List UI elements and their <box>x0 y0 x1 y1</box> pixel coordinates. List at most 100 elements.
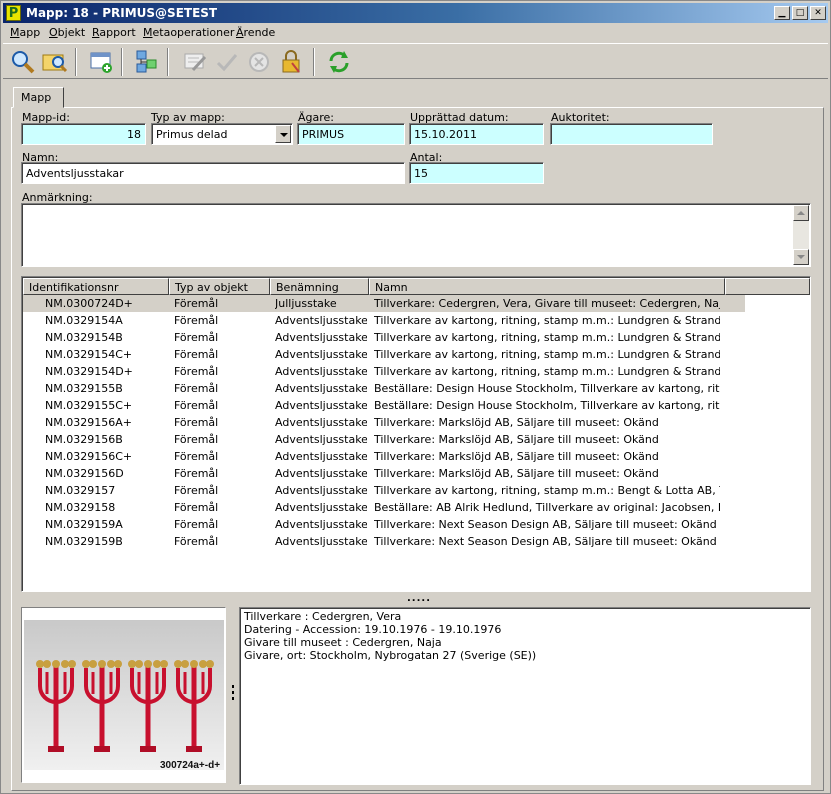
table-cell: Tillverkare av kartong, ritning, stamp m… <box>374 331 720 344</box>
refresh-icon[interactable] <box>325 48 353 76</box>
table-cell: Tillverkare: Markslöjd AB, Säljare till … <box>374 467 659 480</box>
anmarkning-scrollbar[interactable] <box>793 205 809 265</box>
scroll-down-button[interactable] <box>793 249 809 265</box>
menu-arende[interactable]: Ärende <box>236 26 275 39</box>
edit-icon[interactable] <box>181 48 209 76</box>
table-cell: NM.0329155C+ <box>45 399 133 412</box>
table-row[interactable]: NM.0329159B Föremål Adventsljusstake Tillve… <box>23 533 745 550</box>
table-row[interactable]: NM.0329157 Föremål Adventsljusstake Tillver… <box>23 482 745 499</box>
auktoritet-field[interactable] <box>550 123 713 145</box>
table-cell: Beställare: AB Alrik Hedlund, Tillverkar… <box>374 501 720 514</box>
table-cell: Julljusstake <box>275 297 337 310</box>
table-cell: Föremål <box>174 382 219 395</box>
toolbar-separator <box>75 48 77 76</box>
tree-icon[interactable] <box>133 48 161 76</box>
minimize-button[interactable]: ▁ <box>774 6 790 20</box>
scroll-up-button[interactable] <box>793 205 809 221</box>
table-cell: NM.0329157 <box>45 484 116 497</box>
column-header-namn[interactable]: Namn <box>369 278 725 295</box>
table-cell: Föremål <box>174 484 219 497</box>
upprattad-datum-field[interactable]: 15.10.2011 <box>409 123 544 145</box>
menu-objekt[interactable]: Objekt <box>49 26 85 39</box>
table-cell: Föremål <box>174 433 219 446</box>
column-header-identifikationsnr[interactable]: Identifikationsnr <box>23 278 169 295</box>
table-cell: Adventsljusstake <box>275 399 367 412</box>
table-cell: Föremål <box>174 331 219 344</box>
table-cell: NM.0329154A <box>45 314 123 327</box>
table-row[interactable]: NM.0329156C+ Föremål Adventsljusstake Tillv… <box>23 448 745 465</box>
checkmark-icon[interactable] <box>213 48 241 76</box>
lock-icon[interactable] <box>277 48 305 76</box>
table-row[interactable]: NM.0329156B Föremål Adventsljusstake Tillve… <box>23 431 745 448</box>
search-icon[interactable] <box>9 48 37 76</box>
table-cell: Tillverkare: Markslöjd AB, Säljare till … <box>374 433 659 446</box>
object-image-frame[interactable]: 300724a+-d+ <box>21 607 226 783</box>
table-row[interactable]: NM.0329154D+ Föremål Adventsljusstake Tillv… <box>23 363 745 380</box>
tab-mapp[interactable]: Mapp <box>13 87 64 108</box>
table-cell: NM.0329156C+ <box>45 450 133 463</box>
details-box[interactable]: Tillverkare : Cedergren, Vera Datering -… <box>239 607 811 785</box>
table-row[interactable]: NM.0329156D Föremål Adventsljusstake Tillve… <box>23 465 745 482</box>
table-cell: Föremål <box>174 399 219 412</box>
table-row[interactable]: NM.0329158 Föremål Adventsljusstake Beställ… <box>23 499 745 516</box>
table-cell: NM.0329158 <box>45 501 116 514</box>
toolbar-separator <box>121 48 123 76</box>
menu-metaoperationer[interactable]: Metaoperationer <box>143 26 234 39</box>
primus-app-icon: P <box>6 5 21 21</box>
toolbar-separator <box>313 48 315 76</box>
table-cell: Tillverkare: Next Season Design AB, Sälj… <box>374 535 717 548</box>
table-cell: NM.0329159B <box>45 535 123 548</box>
table-row[interactable]: NM.0329156A+ Föremål Adventsljusstake Tillv… <box>23 414 745 431</box>
column-header-filler <box>725 278 810 295</box>
agare-field[interactable]: PRIMUS <box>297 123 405 145</box>
table-row[interactable]: NM.0329154B Föremål Adventsljusstake Tillve… <box>23 329 745 346</box>
horizontal-splitter[interactable]: ..... <box>407 593 431 604</box>
typ-av-mapp-select[interactable]: Primus delad <box>151 123 293 145</box>
table-cell: Adventsljusstake <box>275 331 367 344</box>
anmarkning-textarea[interactable] <box>21 203 811 267</box>
vertical-splitter[interactable] <box>231 685 235 707</box>
maximize-button[interactable]: □ <box>792 6 808 20</box>
search-folder-icon[interactable] <box>41 48 69 76</box>
table-row[interactable]: NM.0329154C+ Föremål Adventsljusstake Tillv… <box>23 346 745 363</box>
table-cell: NM.0329156D <box>45 467 124 480</box>
namn-field[interactable]: Adventsljusstakar <box>21 162 405 184</box>
column-header-benamning[interactable]: Benämning <box>270 278 369 295</box>
cancel-icon[interactable] <box>245 48 273 76</box>
close-button[interactable]: ✕ <box>810 6 826 20</box>
table-cell: Beställare: Design House Stockholm, Till… <box>374 382 720 395</box>
table-cell: Föremål <box>174 450 219 463</box>
table-row[interactable]: NM.0300724D+ Föremål Julljusstake Tillverka… <box>23 295 745 312</box>
table-cell: Tillverkare: Next Season Design AB, Sälj… <box>374 518 717 531</box>
details-line: Givare, ort: Stockholm, Nybrogatan 27 (S… <box>244 649 537 662</box>
title-bar[interactable]: P Mapp: 18 - PRIMUS@SETEST ▁ □ ✕ <box>3 3 828 23</box>
column-header-typ-av-objekt[interactable]: Typ av objekt <box>169 278 270 295</box>
toolbar <box>3 43 828 79</box>
objects-grid[interactable]: Identifikationsnr Typ av objekt Benämnin… <box>21 276 811 592</box>
table-cell: Adventsljusstake <box>275 535 367 548</box>
object-image: 300724a+-d+ <box>24 620 224 771</box>
table-cell: Adventsljusstake <box>275 314 367 327</box>
antal-field[interactable]: 15 <box>409 162 544 184</box>
table-cell: Adventsljusstake <box>275 348 367 361</box>
chevron-down-icon[interactable] <box>275 125 291 143</box>
table-cell: Tillverkare av kartong, ritning, stamp m… <box>374 484 720 497</box>
table-cell: Föremål <box>174 297 219 310</box>
table-row[interactable]: NM.0329154A Föremål Adventsljusstake Tillve… <box>23 312 745 329</box>
menu-rapport[interactable]: Rapport <box>92 26 136 39</box>
table-cell: Adventsljusstake <box>275 484 367 497</box>
table-cell: Tillverkare av kartong, ritning, stamp m… <box>374 365 720 378</box>
grid-header: Identifikationsnr Typ av objekt Benämnin… <box>23 278 810 295</box>
menu-mapp[interactable]: Mapp <box>10 26 40 39</box>
new-record-icon[interactable] <box>87 48 115 76</box>
table-cell: Tillverkare: Markslöjd AB, Säljare till … <box>374 416 659 429</box>
table-row[interactable]: NM.0329155C+ Föremål Adventsljusstake Bestä… <box>23 397 745 414</box>
mapp-id-field[interactable]: 18 <box>21 123 146 145</box>
table-cell: NM.0329154B <box>45 331 123 344</box>
table-row[interactable]: NM.0329159A Föremål Adventsljusstake Tillve… <box>23 516 745 533</box>
table-cell: Tillverkare av kartong, ritning, stamp m… <box>374 348 720 361</box>
table-cell: Föremål <box>174 314 219 327</box>
table-row[interactable]: NM.0329155B Föremål Adventsljusstake Bestäl… <box>23 380 745 397</box>
table-cell: Adventsljusstake <box>275 501 367 514</box>
table-cell: Adventsljusstake <box>275 365 367 378</box>
